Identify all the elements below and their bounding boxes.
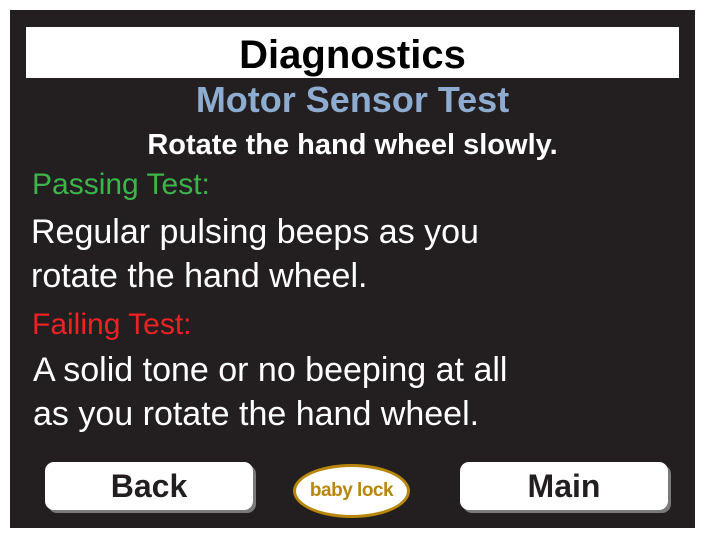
main-button[interactable]: Main: [460, 462, 668, 510]
failing-test-description: A solid tone or no beeping at all as you…: [33, 348, 673, 436]
back-button-label: Back: [110, 468, 188, 504]
passing-test-line: Regular pulsing beeps as you: [31, 213, 479, 251]
test-instruction: Rotate the hand wheel slowly.: [147, 129, 558, 161]
passing-test-heading: Passing Test:: [32, 168, 210, 201]
baby-lock-logo: baby lock: [293, 464, 410, 518]
logo-text: baby lock: [309, 480, 394, 501]
back-button[interactable]: Back: [45, 462, 253, 510]
passing-test-line: rotate the hand wheel.: [31, 257, 368, 295]
failing-test-line: as you rotate the hand wheel.: [33, 395, 480, 433]
main-button-label: Main: [527, 468, 601, 504]
diagnostics-screen: Diagnostics Motor Sensor Test Rotate the…: [10, 10, 695, 528]
test-name: Motor Sensor Test: [195, 79, 510, 120]
title-bar: Diagnostics: [26, 27, 679, 78]
passing-test-description: Regular pulsing beeps as you rotate the …: [31, 210, 671, 298]
page-title: Diagnostics: [239, 32, 466, 77]
failing-test-line: A solid tone or no beeping at all: [33, 351, 508, 389]
failing-test-heading: Failing Test:: [32, 308, 192, 341]
